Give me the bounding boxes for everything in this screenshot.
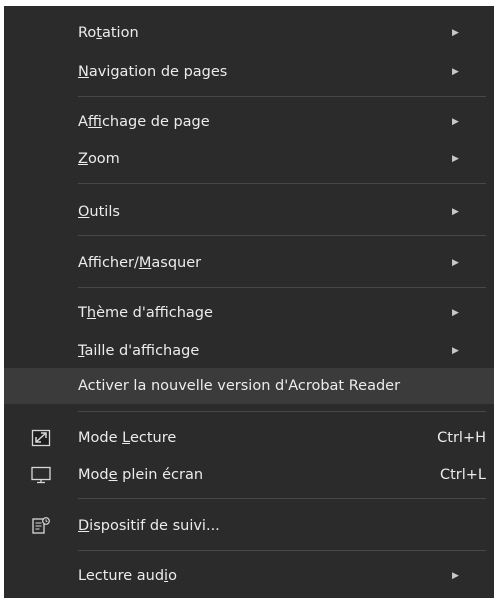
submenu-arrow-icon: ▶ [452, 117, 459, 127]
menu-item-label: Affichage de page [78, 114, 210, 130]
submenu-arrow-icon: ▶ [452, 154, 459, 164]
submenu-arrow-icon: ▶ [452, 67, 459, 77]
menu-separator [78, 96, 486, 97]
menu-item-read-mode[interactable]: Mode Lecture Ctrl+H [4, 424, 494, 452]
submenu-arrow-icon: ▶ [452, 308, 459, 318]
menu-separator [78, 287, 486, 288]
tracker-icon [31, 517, 51, 535]
menu-item-page-navigation[interactable]: Navigation de pages ▶ [4, 58, 494, 86]
keyboard-shortcut: Ctrl+H [437, 430, 486, 446]
submenu-arrow-icon: ▶ [452, 346, 459, 356]
menu-item-label: Thème d'affichage [78, 305, 213, 321]
menu-item-label: Rotation [78, 25, 139, 41]
menu-item-label: Zoom [78, 151, 120, 167]
menu-item-label: Dispositif de suivi... [78, 518, 220, 534]
menu-item-tracker[interactable]: Dispositif de suivi... [4, 512, 494, 540]
menu-item-tools[interactable]: Outils ▶ [4, 198, 494, 226]
menu-item-read-aloud[interactable]: Lecture audio ▶ [4, 562, 494, 590]
menu-item-show-hide[interactable]: Afficher/Masquer ▶ [4, 249, 494, 277]
menu-item-label: Mode plein écran [78, 467, 204, 483]
submenu-arrow-icon: ▶ [452, 571, 459, 581]
menu-item-full-screen[interactable]: Mode plein écran Ctrl+L [4, 461, 494, 489]
menu-item-label: Lecture audio [78, 568, 177, 584]
full-screen-icon [31, 466, 51, 484]
menu-item-label: Afficher/Masquer [78, 255, 202, 271]
menu-separator [78, 550, 486, 551]
menu-item-rotation[interactable]: Rotation ▶ [4, 19, 494, 47]
menu-item-zoom[interactable]: Zoom ▶ [4, 145, 494, 173]
menu-separator [78, 235, 486, 236]
menu-item-label: Activer la nouvelle version d'Acrobat Re… [78, 378, 401, 394]
menu-separator [78, 498, 486, 499]
menu-item-display-theme[interactable]: Thème d'affichage ▶ [4, 299, 494, 327]
menu-item-page-display[interactable]: Affichage de page ▶ [4, 108, 494, 136]
view-context-menu: Rotation ▶ Navigation de pages ▶ Afficha… [4, 6, 494, 598]
keyboard-shortcut: Ctrl+L [439, 467, 486, 483]
menu-item-display-size[interactable]: Taille d'affichage ▶ [4, 337, 494, 365]
submenu-arrow-icon: ▶ [452, 28, 459, 38]
menu-item-label: Mode Lecture [78, 430, 177, 446]
read-mode-icon [31, 429, 51, 447]
submenu-arrow-icon: ▶ [452, 207, 459, 217]
menu-separator [78, 411, 486, 412]
menu-separator [78, 183, 486, 184]
submenu-arrow-icon: ▶ [452, 258, 459, 268]
menu-item-activate-new-version[interactable]: Activer la nouvelle version d'Acrobat Re… [4, 368, 494, 404]
menu-item-label: Navigation de pages [78, 64, 228, 80]
menu-item-label: Outils [78, 204, 120, 220]
menu-item-label: Taille d'affichage [78, 343, 200, 359]
